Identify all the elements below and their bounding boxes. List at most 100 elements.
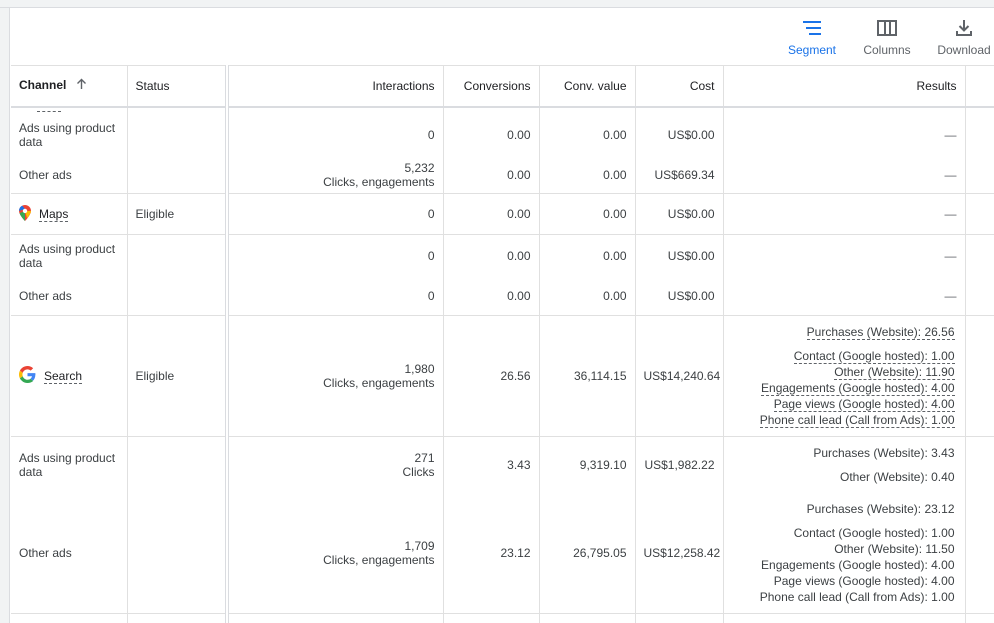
conv-value-cell: 0.00 — [539, 193, 636, 235]
conversions-cell: 26.56 — [443, 315, 540, 437]
conversions-cell: 3.43 — [443, 436, 540, 493]
search-channel-link[interactable]: Search — [44, 369, 83, 384]
results-cell: — — [723, 276, 966, 316]
maps-pin-icon — [19, 204, 31, 224]
table-toolbar: Segment Columns Download — [11, 9, 994, 65]
cost-cell: US$0.00 — [635, 234, 724, 277]
conversions-cell: 0.00 — [443, 276, 540, 316]
conv-value-cell: 0.00 — [539, 156, 636, 194]
columns-button[interactable]: Columns — [857, 17, 917, 63]
table-row: Maps Eligible 0 0.00 0.00 US$0.00 — — [11, 193, 994, 235]
table-row: Ads using product data 271 Clicks 3.43 9,… — [11, 436, 994, 493]
results-cell: — — [723, 156, 966, 194]
segment-label: Segment — [787, 43, 837, 57]
header-cost[interactable]: Cost — [635, 65, 724, 108]
results-cell: — — [723, 234, 966, 277]
results-line: Contact (Google hosted): 1.00 — [793, 525, 955, 540]
header-channel[interactable]: Channel — [11, 65, 128, 108]
conv-value-cell: 0.00 — [539, 112, 636, 157]
channel-name: Other ads — [11, 276, 128, 316]
header-interactions[interactable]: Interactions — [227, 65, 444, 108]
interactions-subtext: Clicks — [402, 464, 435, 479]
download-label: Download — [937, 43, 991, 57]
cost-cell: US$0.00 — [635, 112, 724, 157]
left-border — [0, 8, 10, 623]
interactions-cell: 0 — [227, 276, 444, 316]
conversions-cell: 0.00 — [443, 234, 540, 277]
cost-cell: US$12,258.42 — [635, 492, 724, 614]
download-button[interactable]: Download — [929, 17, 994, 63]
interactions-cell: 0 — [227, 234, 444, 277]
interactions-cell: 1,980 Clicks, engagements — [227, 315, 444, 437]
results-line-link[interactable]: Other (Website): 11.90 — [834, 365, 955, 380]
results-primary-link[interactable]: Purchases (Website): 26.56 — [806, 325, 955, 340]
table-row: Search Eligible 1,980 Clicks, engagements… — [11, 315, 994, 437]
results-cell: — — [723, 112, 966, 157]
download-icon — [955, 17, 973, 39]
google-g-icon — [19, 366, 36, 386]
results-line: Phone call lead (Call from Ads): 1.00 — [759, 589, 955, 604]
channels-table: Channel Status Interactions Conversions … — [11, 65, 994, 623]
results-primary: Purchases (Website): 23.12 — [806, 501, 955, 516]
results-line-link[interactable]: Engagements (Google hosted): 4.00 — [761, 381, 955, 396]
results-line-link[interactable]: Page views (Google hosted): 4.00 — [773, 397, 955, 412]
status-cell: Eligible — [127, 315, 229, 437]
channel-name: Ads using product data — [19, 120, 116, 149]
conv-value-cell: 26,795.05 — [539, 492, 636, 614]
header-status[interactable]: Status — [127, 65, 229, 108]
cost-cell: US$14,240.64 — [635, 315, 724, 437]
results-cell: Purchases (Website): 23.12 Contact (Goog… — [723, 492, 966, 614]
results-line: Page views (Google hosted): 4.00 — [773, 573, 955, 588]
columns-label: Columns — [863, 43, 911, 57]
results-line-link[interactable]: Contact (Google hosted): 1.00 — [793, 349, 955, 364]
conversions-cell: 0.00 — [443, 112, 540, 157]
table-row: Ads using product data 0 0.00 0.00 US$0.… — [11, 234, 994, 277]
table-row: Other ads 1,709 Clicks, engagements 23.12… — [11, 492, 994, 614]
results-cell: Purchases (Website): 26.56 Contact (Goog… — [723, 315, 966, 437]
results-line: Other (Website): 0.40 — [840, 469, 955, 484]
table-header-row: Channel Status Interactions Conversions … — [11, 65, 994, 108]
maps-channel-link[interactable]: Maps — [39, 207, 69, 222]
results-line: Engagements (Google hosted): 4.00 — [761, 557, 955, 572]
conversions-cell: 23.12 — [443, 492, 540, 614]
interactions-cell: 5,232 Clicks, engagements — [227, 156, 444, 194]
results-line-link[interactable]: Phone call lead (Call from Ads): 1.00 — [759, 413, 955, 428]
top-border — [0, 0, 994, 8]
channel-name: Ads using product data — [19, 241, 116, 270]
arrow-up-icon — [76, 78, 87, 93]
cost-cell: US$1,982.22 — [635, 436, 724, 493]
results-cell: — — [723, 193, 966, 235]
table-row: Ads using product data 0 0.00 0.00 US$0.… — [11, 112, 994, 157]
table-row: Other ads 0 0.00 0.00 US$0.00 — — [11, 276, 994, 316]
results-line: Other (Website): 11.50 — [834, 541, 955, 556]
columns-icon — [877, 17, 897, 39]
conv-value-cell: 0.00 — [539, 234, 636, 277]
status-cell: Eligible — [127, 193, 229, 235]
results-cell: Purchases (Website): 3.43 Other (Website… — [723, 436, 966, 493]
conv-value-cell: 9,319.10 — [539, 436, 636, 493]
conv-value-cell: 36,114.15 — [539, 315, 636, 437]
cost-cell: US$0.00 — [635, 193, 724, 235]
channel-name: Ads using product data — [19, 450, 116, 479]
partial-link-fragment — [37, 108, 61, 112]
interactions-subtext: Clicks, engagements — [323, 552, 435, 567]
cost-cell: US$669.34 — [635, 156, 724, 194]
table-row — [11, 613, 994, 623]
header-conv-value[interactable]: Conv. value — [539, 65, 636, 108]
conv-value-cell: 0.00 — [539, 276, 636, 316]
segment-button[interactable]: Segment — [782, 17, 842, 63]
interactions-cell: 1,709 Clicks, engagements — [227, 492, 444, 614]
header-results[interactable]: Results — [723, 65, 966, 108]
cost-cell: US$0.00 — [635, 276, 724, 316]
channel-name: Other ads — [11, 156, 128, 194]
header-extra — [965, 65, 994, 108]
header-conversions[interactable]: Conversions — [443, 65, 540, 108]
results-primary: Purchases (Website): 3.43 — [813, 445, 955, 460]
interactions-subtext: Clicks, engagements — [323, 376, 435, 390]
channel-name: Other ads — [11, 492, 128, 614]
interactions-cell: 0 — [227, 112, 444, 157]
interactions-cell: 0 — [227, 193, 444, 235]
interactions-cell: 271 Clicks — [227, 436, 444, 493]
interactions-subtext: Clicks, engagements — [323, 174, 435, 189]
table-row: Other ads 5,232 Clicks, engagements 0.00 … — [11, 156, 994, 194]
